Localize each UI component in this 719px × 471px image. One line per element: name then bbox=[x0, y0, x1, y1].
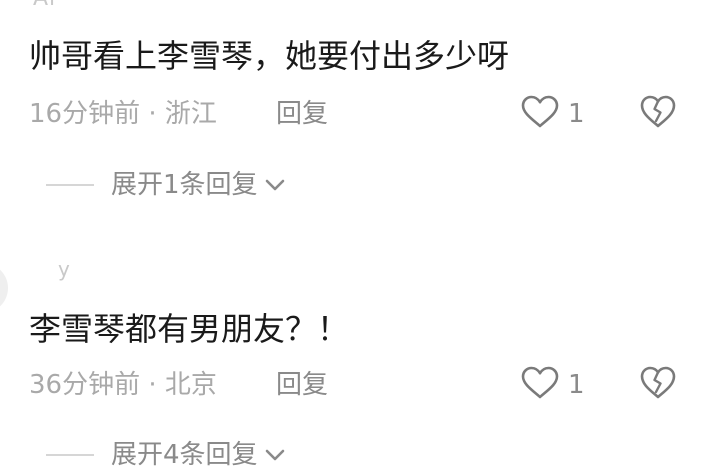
expand-replies-button[interactable]: 展开4条回复 bbox=[46, 438, 286, 471]
dislike-button[interactable] bbox=[638, 95, 678, 133]
cropped-username-fragment: y bbox=[58, 257, 71, 281]
reply-button[interactable]: 回复 bbox=[276, 96, 328, 132]
comment-time-location: 16分钟前 · 浙江 bbox=[29, 99, 217, 129]
dislike-button[interactable] bbox=[638, 366, 678, 404]
reply-button[interactable]: 回复 bbox=[276, 367, 328, 403]
expand-replies-label: 展开4条回复 bbox=[111, 440, 258, 470]
like-button[interactable]: 1 bbox=[520, 366, 585, 404]
heart-outline-icon bbox=[520, 366, 560, 404]
comment-text: 李雪琴都有男朋友？！ bbox=[29, 310, 350, 348]
comment-time-location: 36分钟前 · 北京 bbox=[29, 370, 217, 400]
comment-text: 帅哥看上李雪琴，她要付出多少呀 bbox=[29, 37, 510, 75]
comment-list: Ai y 帅哥看上李雪琴，她要付出多少呀 16分钟前 · 浙江 回复 1 展 bbox=[0, 0, 719, 471]
like-count: 1 bbox=[568, 370, 585, 400]
expand-replies-button[interactable]: 展开1条回复 bbox=[46, 168, 286, 202]
heart-outline-icon bbox=[520, 95, 560, 133]
like-count: 1 bbox=[568, 99, 585, 129]
comment-meta-row: 16分钟前 · 浙江 回复 1 bbox=[29, 95, 709, 133]
broken-heart-icon bbox=[639, 95, 677, 133]
broken-heart-icon bbox=[639, 366, 677, 404]
divider-line bbox=[46, 184, 94, 186]
chevron-down-icon bbox=[264, 177, 286, 193]
like-button[interactable]: 1 bbox=[520, 95, 585, 133]
comment-meta-row: 36分钟前 · 北京 回复 1 bbox=[29, 366, 709, 404]
chevron-down-icon bbox=[264, 447, 286, 463]
expand-replies-label: 展开1条回复 bbox=[111, 170, 258, 200]
cropped-username-fragment: Ai bbox=[33, 0, 56, 10]
divider-line bbox=[46, 454, 94, 456]
avatar[interactable] bbox=[0, 263, 8, 313]
